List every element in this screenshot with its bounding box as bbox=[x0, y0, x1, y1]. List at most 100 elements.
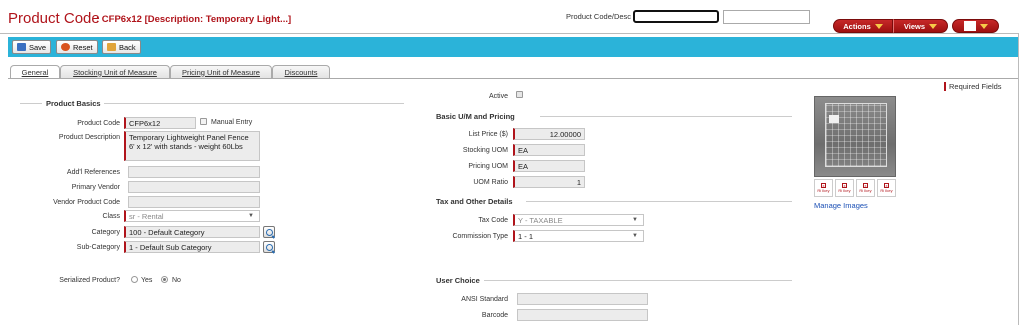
search-icon bbox=[265, 228, 273, 236]
manual-entry-label: Manual Entry bbox=[211, 119, 253, 126]
product-code-field[interactable]: CFP6x12 bbox=[124, 117, 196, 129]
yes-label: Yes bbox=[141, 277, 153, 284]
thumbnail[interactable]: x Ri Ikey bbox=[814, 179, 833, 197]
no-label: No bbox=[172, 277, 181, 284]
caret-down-icon bbox=[979, 23, 988, 29]
vendor-product-code-label: Vendor Product Code bbox=[53, 199, 120, 206]
views-button[interactable]: Views bbox=[893, 19, 948, 33]
thumbnail[interactable]: x Ri Ikey bbox=[856, 179, 875, 197]
commission-type-select[interactable]: 1 - 1 ▼ bbox=[513, 230, 644, 242]
category-lookup-button[interactable] bbox=[263, 226, 275, 238]
uom-ratio-field[interactable]: 1 bbox=[513, 176, 585, 188]
active-label: Active bbox=[488, 93, 508, 100]
tax-code-value: Y - TAXABLE bbox=[518, 215, 563, 225]
actions-button[interactable]: Actions bbox=[833, 19, 893, 33]
search-label: Product Code/Desc bbox=[566, 12, 632, 21]
class-label: Class bbox=[102, 213, 120, 220]
thumbnail[interactable]: x Ri Ikey bbox=[877, 179, 896, 197]
section-line bbox=[526, 201, 792, 202]
pricing-uom-field[interactable]: EA bbox=[513, 160, 585, 172]
ansi-standard-label: ANSI Standard bbox=[461, 296, 508, 303]
product-search-input[interactable] bbox=[633, 10, 719, 23]
page-title: Product Code bbox=[8, 10, 100, 27]
thumbnail-label: Ri Ikey bbox=[859, 188, 872, 193]
section-title-user-choice: User Choice bbox=[436, 276, 480, 285]
primary-vendor-field[interactable] bbox=[128, 181, 260, 193]
section-title-tax-details: Tax and Other Details bbox=[436, 197, 513, 206]
barcode-label: Barcode bbox=[481, 312, 508, 319]
thumbnail-label: Ri Ikey bbox=[838, 188, 851, 193]
thumbnail-label: Ri Ikey bbox=[880, 188, 893, 193]
reset-icon bbox=[61, 43, 70, 51]
section-title-product-basics: Product Basics bbox=[46, 99, 101, 108]
header-divider bbox=[0, 33, 1018, 34]
save-label: Save bbox=[29, 42, 47, 52]
tax-code-label: Tax Code bbox=[478, 217, 508, 224]
tax-code-select[interactable]: Y - TAXABLE ▼ bbox=[513, 214, 644, 226]
reset-button[interactable]: Reset bbox=[56, 40, 98, 54]
subcategory-field[interactable]: 1 - Default Sub Category bbox=[124, 241, 260, 253]
tab-pricing-uom[interactable]: Pricing Unit of Measure bbox=[170, 65, 272, 78]
description-textarea[interactable]: Temporary Lightweight Panel Fence 6' x 1… bbox=[124, 131, 260, 161]
subcategory-lookup-button[interactable] bbox=[263, 241, 275, 253]
tab-strip-line bbox=[8, 78, 1018, 79]
right-border bbox=[1018, 33, 1019, 325]
list-price-field[interactable]: 12.00000 bbox=[513, 128, 585, 140]
tab-stocking-uom[interactable]: Stocking Unit of Measure bbox=[60, 65, 170, 78]
uom-ratio-label: UOM Ratio bbox=[473, 179, 508, 186]
tab-general[interactable]: General bbox=[10, 65, 60, 79]
description-label: Product Description bbox=[58, 134, 120, 141]
category-field[interactable]: 100 - Default Category bbox=[124, 226, 260, 238]
commission-type-value: 1 - 1 bbox=[518, 231, 534, 241]
reset-label: Reset bbox=[73, 42, 93, 52]
list-price-label: List Price ($) bbox=[468, 131, 508, 138]
serialized-yes-radio[interactable] bbox=[131, 276, 138, 283]
class-value: sr - Rental bbox=[129, 211, 164, 221]
stocking-uom-field[interactable]: EA bbox=[513, 144, 585, 156]
required-fields-legend: Required Fields bbox=[944, 82, 1002, 91]
toolbar bbox=[8, 37, 1018, 57]
stocking-uom-label: Stocking UOM bbox=[462, 147, 508, 154]
back-button[interactable]: Back bbox=[102, 40, 141, 54]
thumbnail[interactable]: x Ri Ikey bbox=[835, 179, 854, 197]
subcategory-label: Sub-Category bbox=[76, 244, 120, 251]
caret-down-icon bbox=[929, 23, 938, 29]
views-label: Views bbox=[903, 21, 926, 31]
back-label: Back bbox=[119, 42, 136, 52]
serialized-no-radio[interactable] bbox=[161, 276, 168, 283]
fence-graphic bbox=[825, 103, 887, 167]
section-line bbox=[484, 280, 792, 281]
floppy-disk-icon bbox=[17, 43, 26, 51]
commission-type-label: Commission Type bbox=[452, 233, 508, 240]
vendor-product-code-field[interactable] bbox=[128, 196, 260, 208]
save-button[interactable]: Save bbox=[12, 40, 52, 54]
chevron-down-icon: ▼ bbox=[632, 217, 638, 223]
section-line bbox=[104, 103, 404, 104]
calendar-icon bbox=[963, 21, 976, 31]
calendar-menu-button[interactable] bbox=[952, 19, 999, 33]
product-code-label: Product Code bbox=[77, 120, 120, 127]
chevron-down-icon: ▼ bbox=[632, 233, 638, 239]
product-image[interactable] bbox=[814, 96, 896, 177]
class-select[interactable]: sr - Rental ▼ bbox=[124, 210, 260, 222]
back-arrow-icon bbox=[107, 43, 116, 51]
pricing-uom-label: Pricing UOM bbox=[468, 163, 508, 170]
tab-discounts[interactable]: Discounts bbox=[272, 65, 330, 78]
actions-label: Actions bbox=[843, 21, 871, 31]
chevron-down-icon: ▼ bbox=[248, 213, 254, 219]
references-label: Add'l References bbox=[66, 169, 120, 176]
manage-images-link[interactable]: Manage Images bbox=[814, 201, 868, 210]
primary-vendor-label: Primary Vendor bbox=[71, 184, 120, 191]
search-icon bbox=[265, 243, 273, 251]
barcode-field[interactable] bbox=[517, 309, 648, 321]
references-field[interactable] bbox=[128, 166, 260, 178]
section-line bbox=[20, 103, 42, 104]
serialized-label: Serialized Product? bbox=[59, 277, 120, 284]
manual-entry-checkbox[interactable] bbox=[200, 118, 207, 125]
ansi-standard-field[interactable] bbox=[517, 293, 648, 305]
secondary-search-input[interactable] bbox=[723, 10, 810, 24]
caret-down-icon bbox=[874, 23, 883, 29]
thumbnail-label: Ri Ikey bbox=[817, 188, 830, 193]
active-checkbox[interactable] bbox=[516, 91, 523, 98]
section-title-uom-pricing: Basic U/M and Pricing bbox=[436, 112, 515, 121]
